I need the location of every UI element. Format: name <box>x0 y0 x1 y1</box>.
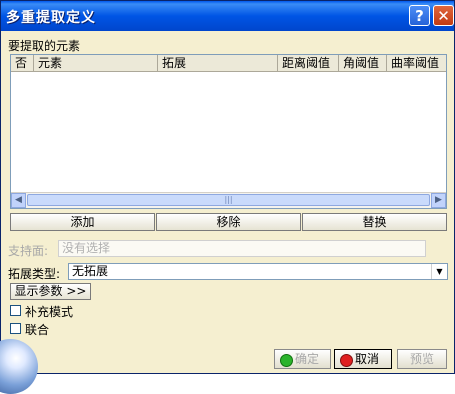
scroll-left-icon[interactable]: ◀ <box>11 193 26 208</box>
show-parameters-button[interactable]: 显示参数 >> <box>10 283 91 300</box>
federation-checkbox[interactable] <box>10 323 21 334</box>
ok-label: 确定 <box>295 352 320 366</box>
federation-label: 联合 <box>25 323 50 337</box>
elements-table[interactable]: 否 元素 拓展 距离阈值 角阈值 曲率阈值 ◀ ||| ▶ <box>10 54 447 209</box>
title-bar[interactable]: 多重提取定义 ? ✕ <box>1 1 454 31</box>
preview-button[interactable]: 预览 <box>397 349 447 369</box>
elements-group-label: 要提取的元素 <box>8 39 81 53</box>
window-title: 多重提取定义 <box>6 10 96 26</box>
extension-type-select[interactable]: 无拓展 ▼ <box>68 263 448 280</box>
extension-type-label: 拓展类型: <box>8 267 61 281</box>
complement-mode-checkbox[interactable] <box>10 305 21 316</box>
col-header-curvature-threshold[interactable]: 曲率阈值 <box>387 55 446 71</box>
col-header-element[interactable]: 元素 <box>34 55 158 71</box>
complement-mode-label: 补充模式 <box>25 305 74 319</box>
table-header: 否 元素 拓展 距离阈值 角阈值 曲率阈值 <box>11 55 446 72</box>
close-button[interactable]: ✕ <box>433 5 454 26</box>
horizontal-scrollbar[interactable]: ◀ ||| ▶ <box>11 192 446 208</box>
support-field: 没有选择 <box>58 240 426 257</box>
replace-button[interactable]: 替换 <box>302 213 447 231</box>
ok-button[interactable]: 确定 <box>274 349 331 369</box>
col-header-distance-threshold[interactable]: 距离阈值 <box>278 55 339 71</box>
dialog-window: 多重提取定义 ? ✕ 要提取的元素 否 元素 拓展 距离阈值 角阈值 曲率阈值 … <box>0 0 455 394</box>
support-label: 支持面: <box>8 244 49 258</box>
cancel-button[interactable]: 取消 <box>334 349 392 369</box>
app-logo-icon <box>0 339 38 394</box>
remove-button[interactable]: 移除 <box>156 213 301 231</box>
scroll-right-icon[interactable]: ▶ <box>431 193 446 208</box>
add-button[interactable]: 添加 <box>10 213 155 231</box>
cancel-label: 取消 <box>355 352 380 366</box>
scroll-thumb[interactable]: ||| <box>27 194 430 206</box>
col-header-no[interactable]: 否 <box>11 55 34 71</box>
extension-type-value: 无拓展 <box>72 264 109 278</box>
chevron-down-icon[interactable]: ▼ <box>431 264 447 279</box>
col-header-extension[interactable]: 拓展 <box>158 55 278 71</box>
cancel-icon <box>340 354 353 367</box>
help-button[interactable]: ? <box>409 5 430 26</box>
ok-icon <box>280 354 293 367</box>
col-header-angle-threshold[interactable]: 角阈值 <box>339 55 387 71</box>
